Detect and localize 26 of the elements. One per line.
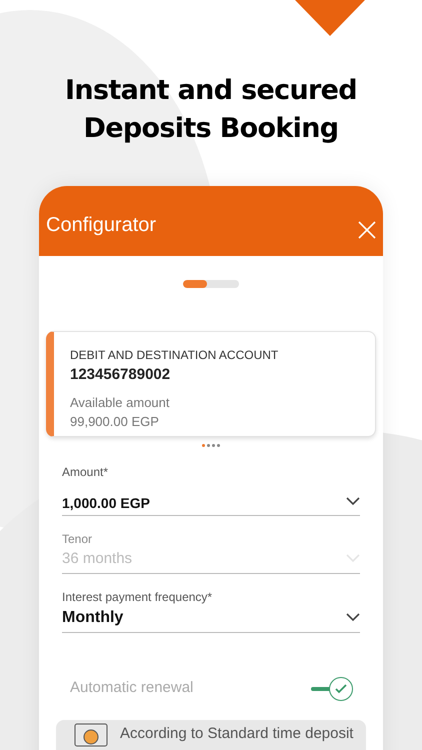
- notice-text: According to Standard time deposit: [120, 724, 354, 744]
- field-label: Tenor: [62, 531, 94, 548]
- field-label: Amount*: [62, 464, 110, 481]
- renewal-label: Automatic renewal: [70, 678, 194, 698]
- account-card[interactable]: DEBIT AND DESTINATION ACCOUNT 123456789002 Available amount 99,900.00 EGP: [46, 331, 376, 437]
- dropdown-field[interactable]: Interest payment frequency* Monthly: [62, 588, 360, 632]
- account-label: DEBIT AND DESTINATION ACCOUNT: [70, 347, 280, 364]
- field-value: 36 months: [62, 549, 132, 569]
- chevron-down-icon: [346, 497, 360, 506]
- dropdown-field[interactable]: Amount* 1,000.00 EGP: [62, 463, 360, 516]
- window-title: Configurator: [46, 213, 156, 238]
- field-value: 1,000.00 EGP: [62, 494, 150, 513]
- renewal-toggle[interactable]: [311, 676, 353, 700]
- chevron-down-icon: [346, 554, 360, 562]
- close-icon: [357, 220, 377, 240]
- field-value: Monthly: [62, 608, 124, 628]
- field-label: Interest payment frequency*: [62, 588, 214, 606]
- headline: Instant and secured Deposits Booking: [64, 74, 358, 146]
- check-icon: [335, 684, 347, 694]
- chevron-down-icon: [346, 612, 360, 622]
- account-number: 123456789002: [70, 365, 172, 385]
- triangle-icon: [295, 0, 365, 36]
- close-button[interactable]: [357, 220, 377, 240]
- available-label: Available amount: [70, 394, 170, 412]
- available-value: 99,900.00 EGP: [70, 413, 160, 431]
- info-icon: [74, 722, 108, 746]
